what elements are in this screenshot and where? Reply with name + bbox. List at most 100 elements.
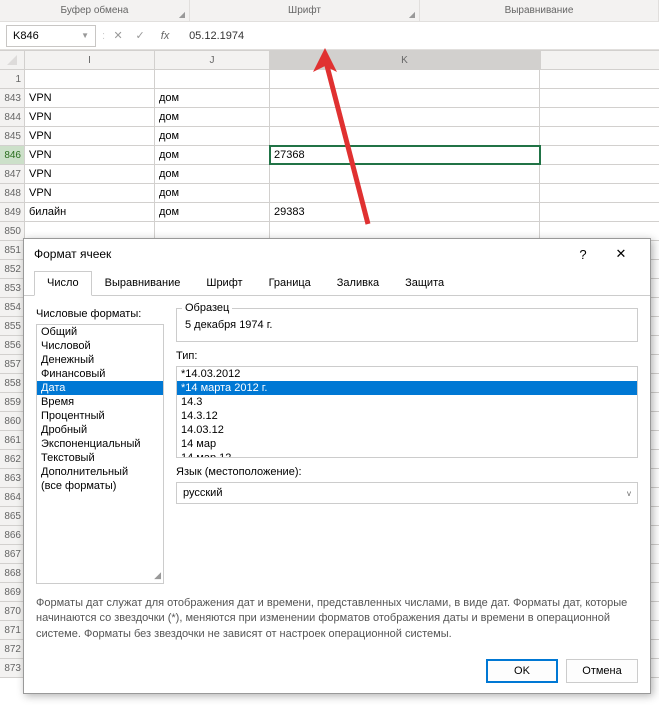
- locale-select[interactable]: русский v: [176, 482, 638, 504]
- row-header[interactable]: 843: [0, 89, 25, 107]
- type-item[interactable]: 14 мар 12: [177, 451, 637, 458]
- help-button[interactable]: ?: [564, 239, 602, 269]
- column-header-K[interactable]: K: [270, 51, 540, 69]
- row-header[interactable]: 864: [0, 488, 25, 506]
- cell-I848[interactable]: VPN: [25, 184, 155, 202]
- type-item[interactable]: 14.3.12: [177, 409, 637, 423]
- row-header[interactable]: 854: [0, 298, 25, 316]
- row-header[interactable]: 856: [0, 336, 25, 354]
- cell-K844[interactable]: [270, 108, 540, 126]
- category-list[interactable]: ОбщийЧисловойДенежныйФинансовыйДатаВремя…: [36, 324, 164, 584]
- cell-J847[interactable]: дом: [155, 165, 270, 183]
- type-list[interactable]: *14.03.2012*14 марта 2012 г.14.314.3.121…: [176, 366, 638, 458]
- cancel-formula-button[interactable]: ✕: [109, 27, 127, 45]
- cell-K846[interactable]: 27368: [270, 146, 540, 164]
- category-item[interactable]: Финансовый: [37, 367, 163, 381]
- row-header[interactable]: 866: [0, 526, 25, 544]
- row-header[interactable]: 857: [0, 355, 25, 373]
- row-header[interactable]: 872: [0, 640, 25, 658]
- type-item[interactable]: *14 марта 2012 г.: [177, 381, 637, 395]
- cell-I1[interactable]: [25, 70, 155, 88]
- cell-K843[interactable]: [270, 89, 540, 107]
- tab-2[interactable]: Шрифт: [193, 271, 255, 295]
- row-header[interactable]: 871: [0, 621, 25, 639]
- ribbon-group-clipboard[interactable]: Буфер обмена ◢: [0, 0, 190, 21]
- column-header-J[interactable]: J: [155, 51, 270, 69]
- dialog-launcher-icon[interactable]: ◢: [179, 10, 185, 19]
- row-header[interactable]: 873: [0, 659, 25, 677]
- category-item[interactable]: Числовой: [37, 339, 163, 353]
- ok-button[interactable]: OK: [486, 659, 558, 683]
- category-item[interactable]: Процентный: [37, 409, 163, 423]
- row-header[interactable]: 859: [0, 393, 25, 411]
- name-box[interactable]: K846 ▼: [6, 25, 96, 47]
- cell-J846[interactable]: дом: [155, 146, 270, 164]
- cell-J845[interactable]: дом: [155, 127, 270, 145]
- category-item[interactable]: Дополнительный: [37, 465, 163, 479]
- type-item[interactable]: 14.03.12: [177, 423, 637, 437]
- cell-I845[interactable]: VPN: [25, 127, 155, 145]
- cell-I843[interactable]: VPN: [25, 89, 155, 107]
- row-header[interactable]: 863: [0, 469, 25, 487]
- cell-J1[interactable]: [155, 70, 270, 88]
- row-header[interactable]: 867: [0, 545, 25, 563]
- ribbon-group-alignment[interactable]: Выравнивание: [420, 0, 659, 21]
- fx-icon[interactable]: fx: [153, 30, 177, 42]
- row-header[interactable]: 861: [0, 431, 25, 449]
- tab-3[interactable]: Граница: [256, 271, 324, 295]
- row-header[interactable]: 865: [0, 507, 25, 525]
- tab-0[interactable]: Число: [34, 271, 92, 296]
- category-item[interactable]: Время: [37, 395, 163, 409]
- category-item[interactable]: Денежный: [37, 353, 163, 367]
- chevron-down-icon[interactable]: ▼: [81, 31, 89, 40]
- column-header-I[interactable]: I: [25, 51, 155, 69]
- cell-K848[interactable]: [270, 184, 540, 202]
- cell-I847[interactable]: VPN: [25, 165, 155, 183]
- close-button[interactable]: ✕: [602, 239, 640, 269]
- row-header[interactable]: 847: [0, 165, 25, 183]
- tab-5[interactable]: Защита: [392, 271, 457, 295]
- row-header[interactable]: 869: [0, 583, 25, 601]
- formula-input[interactable]: 05.12.1974: [183, 25, 653, 47]
- dialog-titlebar[interactable]: Формат ячеек ? ✕: [24, 239, 650, 269]
- cell-J848[interactable]: дом: [155, 184, 270, 202]
- type-item[interactable]: 14.3: [177, 395, 637, 409]
- row-header[interactable]: 852: [0, 260, 25, 278]
- category-item[interactable]: Дата: [37, 381, 163, 395]
- ribbon-group-font[interactable]: Шрифт ◢: [190, 0, 420, 21]
- cancel-button[interactable]: Отмена: [566, 659, 638, 683]
- category-item[interactable]: Текстовый: [37, 451, 163, 465]
- cell-K1[interactable]: [270, 70, 540, 88]
- category-item[interactable]: Общий: [37, 325, 163, 339]
- category-item[interactable]: Дробный: [37, 423, 163, 437]
- type-item[interactable]: 14 мар: [177, 437, 637, 451]
- row-header[interactable]: 848: [0, 184, 25, 202]
- accept-formula-button[interactable]: ✓: [131, 27, 149, 45]
- select-all-corner[interactable]: [0, 51, 25, 69]
- row-header[interactable]: 846: [0, 146, 25, 164]
- row-header[interactable]: 851: [0, 241, 25, 259]
- tab-4[interactable]: Заливка: [324, 271, 392, 295]
- row-header[interactable]: 850: [0, 222, 25, 240]
- cell-K845[interactable]: [270, 127, 540, 145]
- row-header[interactable]: 870: [0, 602, 25, 620]
- cell-I849[interactable]: билайн: [25, 203, 155, 221]
- cell-J849[interactable]: дом: [155, 203, 270, 221]
- cell-K849[interactable]: 29383: [270, 203, 540, 221]
- row-header[interactable]: 855: [0, 317, 25, 335]
- row-header[interactable]: 844: [0, 108, 25, 126]
- row-header[interactable]: 845: [0, 127, 25, 145]
- row-header[interactable]: 862: [0, 450, 25, 468]
- cell-J844[interactable]: дом: [155, 108, 270, 126]
- row-header[interactable]: 849: [0, 203, 25, 221]
- dialog-launcher-icon[interactable]: ◢: [409, 10, 415, 19]
- tab-1[interactable]: Выравнивание: [92, 271, 194, 295]
- row-header[interactable]: 860: [0, 412, 25, 430]
- type-item[interactable]: *14.03.2012: [177, 367, 637, 381]
- cell-K847[interactable]: [270, 165, 540, 183]
- column-header-next[interactable]: [540, 51, 541, 69]
- row-header[interactable]: 1: [0, 70, 25, 88]
- cell-I846[interactable]: VPN: [25, 146, 155, 164]
- row-header[interactable]: 853: [0, 279, 25, 297]
- cell-I844[interactable]: VPN: [25, 108, 155, 126]
